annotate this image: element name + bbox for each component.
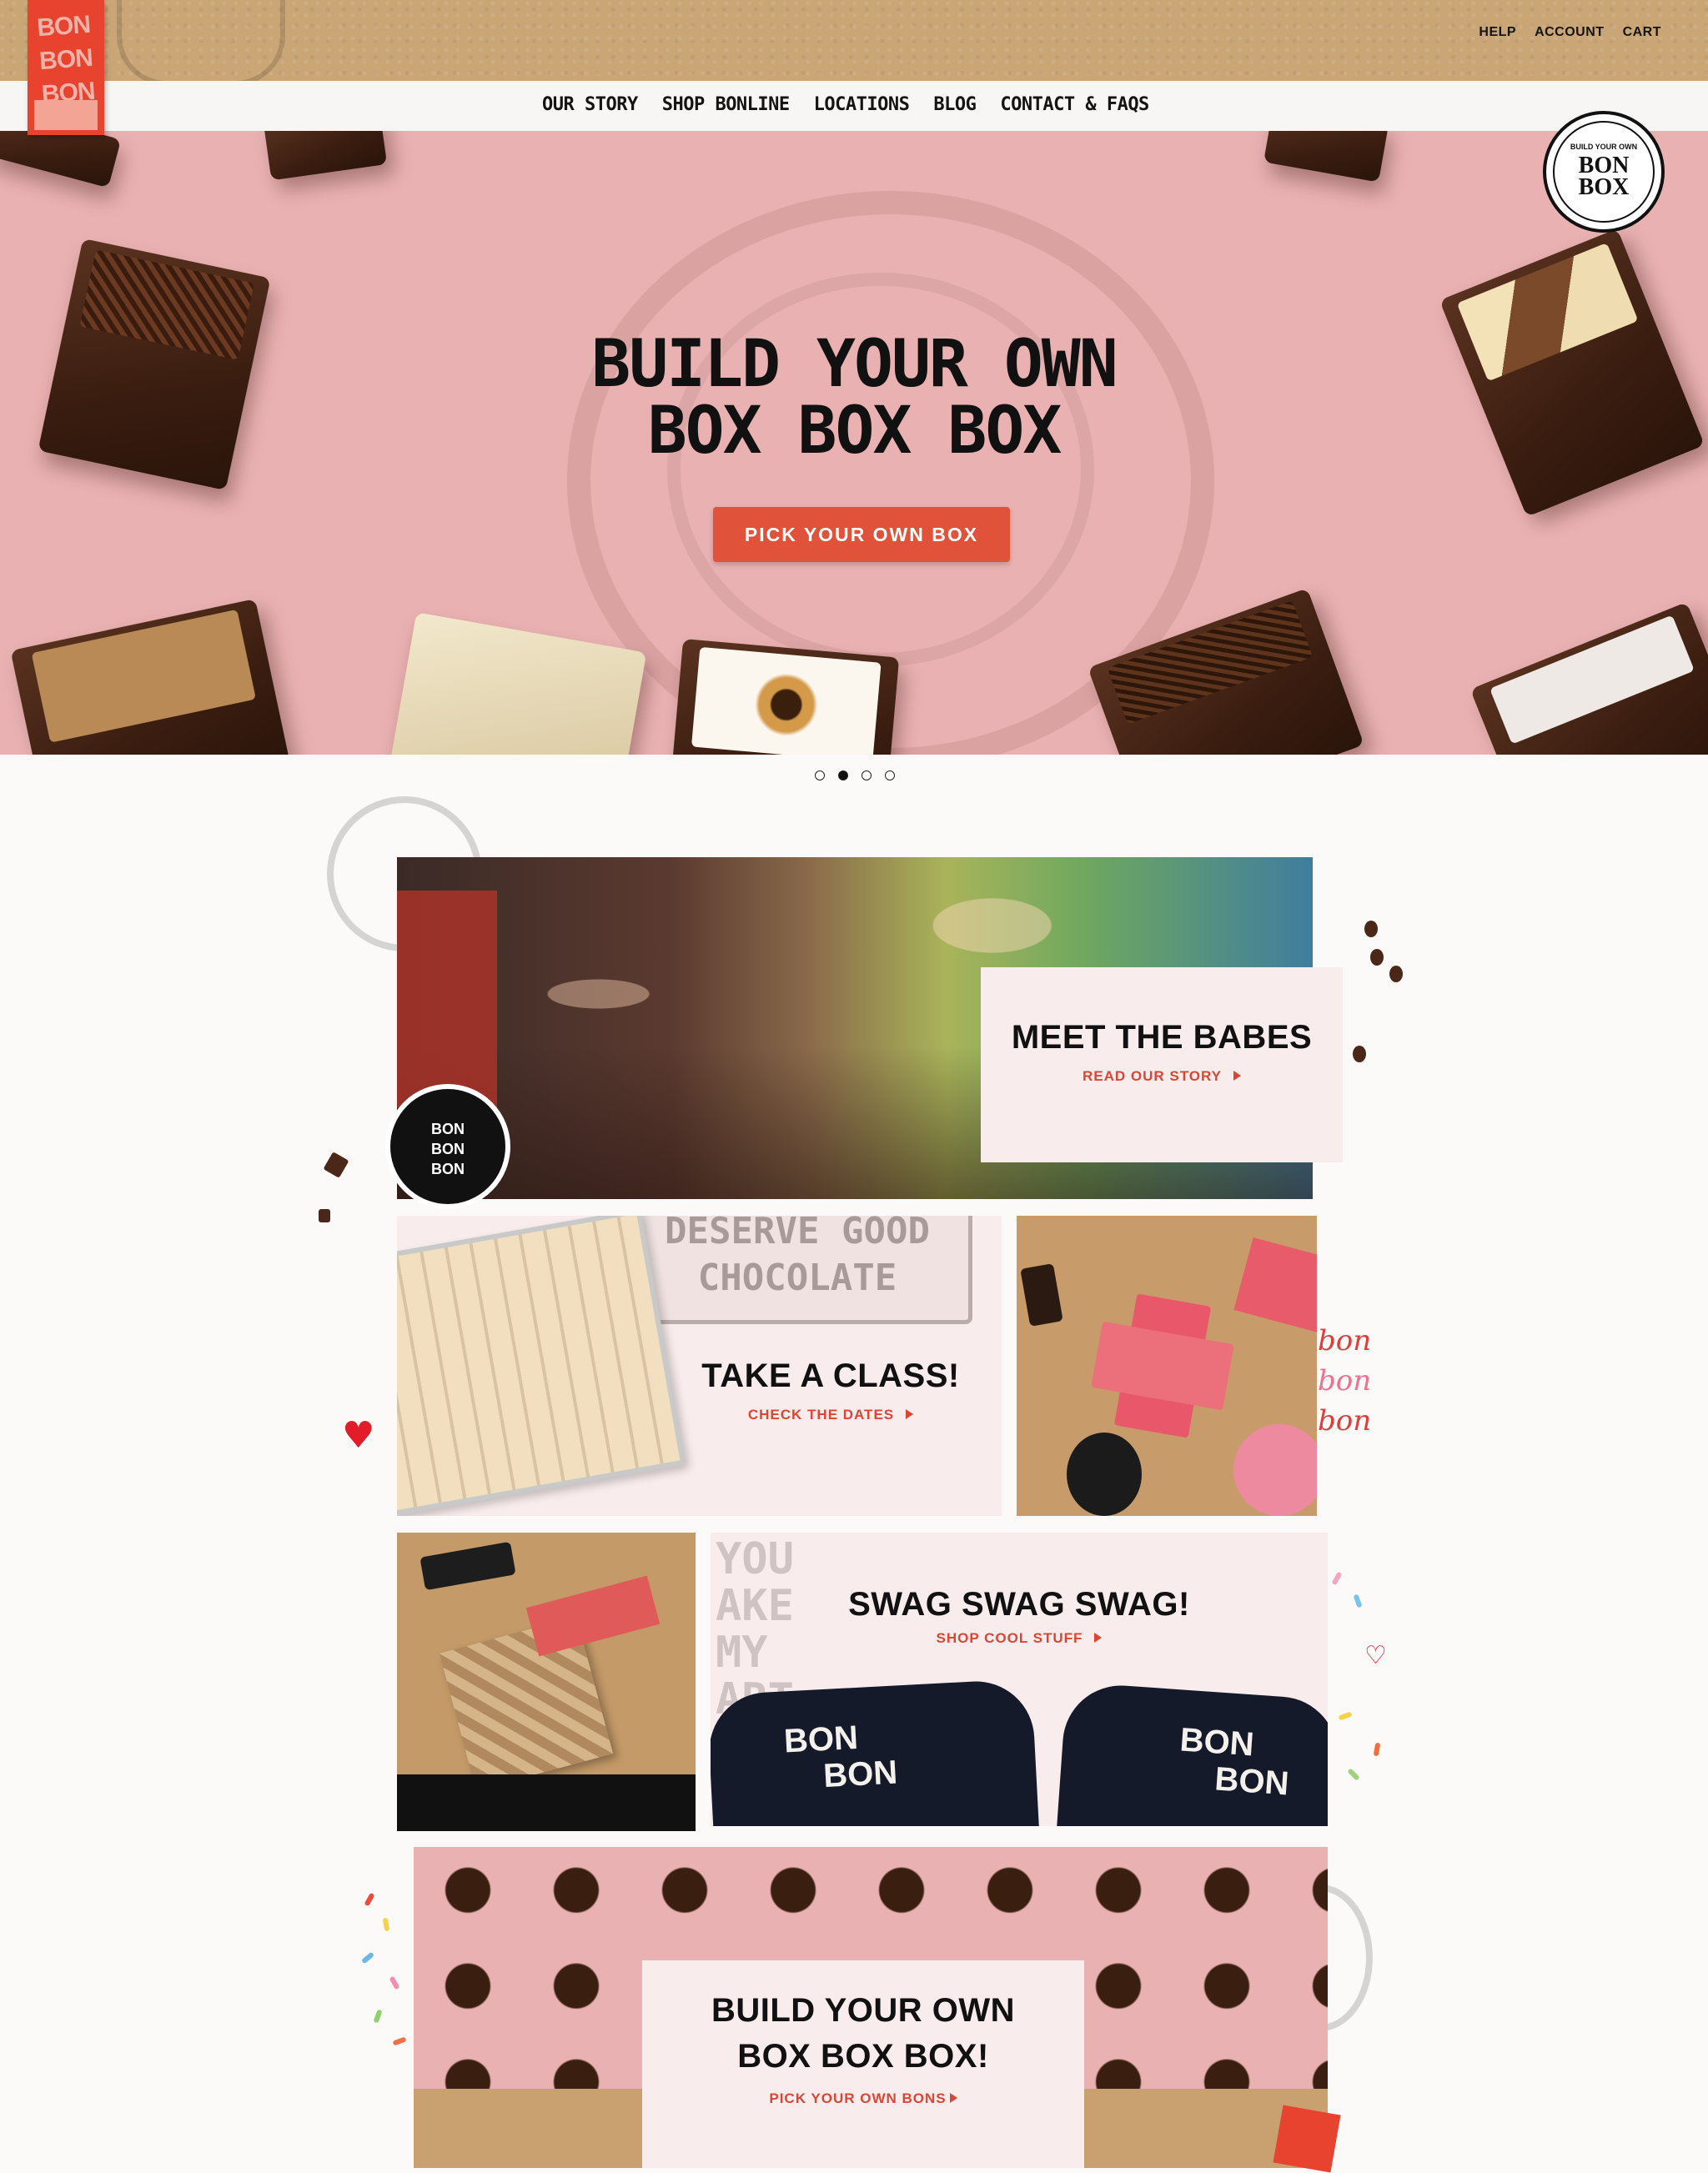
swag-title: SWAG SWAG SWAG! <box>848 1586 1190 1623</box>
chocolate-shard-decoration <box>319 1209 330 1222</box>
sprinkle-decoration <box>1373 1742 1381 1757</box>
meet-the-babes-title: MEET THE BABES <box>1011 1019 1313 1056</box>
carousel-dots <box>815 770 895 780</box>
bon-tin-decoration: BON BON BON <box>385 1084 510 1209</box>
account-link[interactable]: ACCOUNT <box>1535 25 1605 40</box>
meet-the-babes-card[interactable]: MEET THE BABES READ OUR STORY <box>981 967 1343 1162</box>
carousel-dot-3[interactable] <box>862 770 872 780</box>
build-your-own-bon-box-badge[interactable]: BUILD YOUR OWN BON BOX <box>1543 111 1665 233</box>
bon-script-decoration: bon bon bon <box>1318 1324 1372 1438</box>
stamp-tool-photo <box>1020 1263 1063 1327</box>
check-the-dates-link[interactable]: CHECK THE DATES <box>748 1407 914 1423</box>
stamp-tool-photo <box>419 1541 516 1591</box>
arrow-right-icon <box>906 1409 914 1419</box>
build-your-own-tile[interactable]: BUILD YOUR OWN BOX BOX BOX! PICK YOUR OW… <box>414 1847 1328 2168</box>
nav-blog[interactable]: BLOG <box>933 94 976 115</box>
chocolate-image <box>668 639 900 755</box>
chocolate-image <box>10 598 290 755</box>
read-our-story-link[interactable]: READ OUR STORY <box>1083 1068 1242 1085</box>
stamper-photo <box>1067 1433 1142 1516</box>
help-link[interactable]: HELP <box>1479 25 1516 40</box>
pink-paper-photo <box>1233 1237 1317 1336</box>
carousel-dot-1[interactable] <box>815 770 825 780</box>
arrow-right-icon <box>1094 1633 1103 1643</box>
take-a-class-tile[interactable]: DESERVE GOOD CHOCOLATE TAKE A CLASS! CHE… <box>397 1216 1002 1516</box>
chocolate-tray-photo <box>397 1216 686 1516</box>
pink-box-photo <box>1091 1321 1234 1411</box>
take-a-class-card: TAKE A CLASS! CHECK THE DATES <box>681 1357 981 1423</box>
arrow-right-icon <box>949 2093 957 2103</box>
heart-outline-icon: ♡ <box>1364 1641 1387 1670</box>
sprinkle-decoration <box>360 1951 375 1965</box>
sign-panel: DESERVE GOOD CHOCOLATE <box>622 1216 972 1324</box>
sprinkle-decoration <box>373 2009 383 2024</box>
heart-icon: ♥ <box>342 1414 375 1457</box>
arrow-right-icon <box>1233 1071 1242 1081</box>
nav-locations[interactable]: LOCATIONS <box>814 94 910 115</box>
pick-your-own-bons-link[interactable]: PICK YOUR OWN BONS <box>769 2090 957 2107</box>
chocolate-image <box>1263 131 1389 183</box>
coffee-bean-decoration <box>1389 966 1403 982</box>
hero-title: BUILD YOUR OWN BOX BOX BOX <box>0 331 1708 464</box>
sprinkle-decoration <box>1338 1711 1353 1721</box>
pink-box-photo-tile[interactable] <box>1017 1216 1317 1516</box>
gift-box-photo-tile[interactable] <box>397 1533 696 1831</box>
hero-title-line2: BOX BOX BOX <box>647 394 1062 469</box>
sprinkle-decoration <box>1331 1571 1343 1586</box>
carousel-dot-2[interactable] <box>838 770 848 780</box>
sprinkle-decoration <box>364 1892 375 1907</box>
cart-link[interactable]: CART <box>1623 25 1661 40</box>
hero-banner: BUILD YOUR OWN BOX BOX BOX PICK YOUR OWN… <box>0 131 1708 755</box>
coffee-bean-decoration <box>1370 949 1384 966</box>
nav-shop-bonline[interactable]: SHOP BONLINE <box>662 94 790 115</box>
main-nav: OUR STORY SHOP BONLINE LOCATIONS BLOG CO… <box>0 81 1708 132</box>
coffee-bean-decoration <box>1364 921 1378 937</box>
sprinkle-decoration <box>1353 1593 1363 1608</box>
logo-text: BON BON BON <box>36 10 96 109</box>
pick-your-own-box-button[interactable]: PICK YOUR OWN BOX <box>713 507 1010 562</box>
carousel-dot-4[interactable] <box>885 770 895 780</box>
ribbon-photo <box>1233 1424 1317 1516</box>
pink-box-photo <box>525 1575 661 1657</box>
chocolate-image <box>387 612 647 755</box>
sprinkle-decoration <box>392 2036 407 2046</box>
nav-contact-faqs[interactable]: CONTACT & FAQS <box>1000 94 1149 115</box>
bonbonbon-logo[interactable]: BON BON BON <box>28 0 104 135</box>
sprinkle-decoration <box>1347 1768 1360 1781</box>
chocolate-image <box>1469 601 1708 755</box>
postmark-stamp-decoration <box>117 0 285 86</box>
sweatshirt-photo: BON BON <box>711 1678 1040 1826</box>
sprinkle-decoration <box>389 1975 400 1990</box>
chocolate-shard-decoration <box>323 1152 349 1178</box>
coffee-bean-decoration <box>1353 1046 1366 1062</box>
logo-tab <box>34 100 98 130</box>
swag-tile[interactable]: YOU AKE MY ART GO BON BON BON BON SWAG S… <box>711 1533 1328 1826</box>
take-a-class-title: TAKE A CLASS! <box>701 1357 960 1394</box>
build-your-own-card: BUILD YOUR OWN BOX BOX BOX! PICK YOUR OW… <box>642 1960 1084 2168</box>
hero-title-line1: BUILD YOUR OWN <box>591 327 1118 402</box>
build-your-own-title-line1: BUILD YOUR OWN <box>711 1992 1016 2029</box>
red-tin-decoration <box>1273 2105 1341 2173</box>
sweatshirt-photo: BON BON <box>1055 1681 1328 1826</box>
red-wall-panel <box>397 891 497 1107</box>
black-box-photo <box>397 1774 696 1831</box>
shop-cool-stuff-link[interactable]: SHOP COOL STUFF <box>937 1630 1103 1647</box>
sprinkle-decoration <box>382 1917 390 1932</box>
chocolate-image <box>263 131 388 181</box>
utility-links: HELP ACCOUNT CART <box>1479 25 1661 40</box>
nav-our-story[interactable]: OUR STORY <box>542 94 638 115</box>
build-your-own-title-line2: BOX BOX BOX! <box>737 2038 989 2075</box>
swag-card: SWAG SWAG SWAG! SHOP COOL STUFF <box>827 1586 1211 1647</box>
top-utility-bar: HELP ACCOUNT CART <box>0 0 1708 86</box>
chocolate-image <box>0 131 122 188</box>
